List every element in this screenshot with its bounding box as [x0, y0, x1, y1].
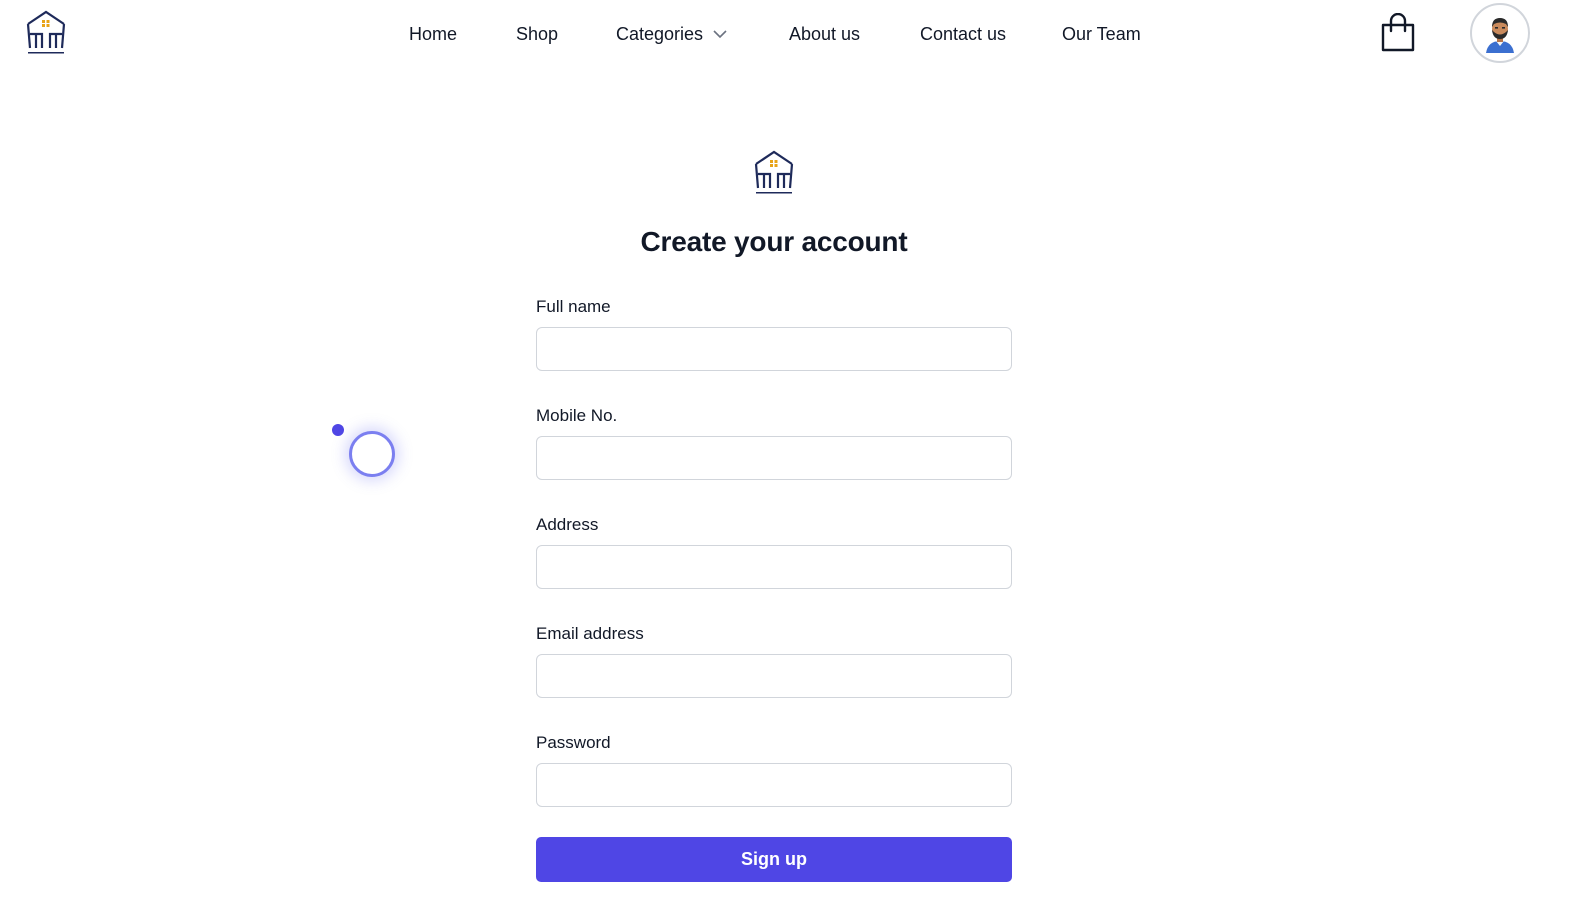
nav-about-us[interactable]: About us [789, 22, 860, 46]
address-label: Address [536, 515, 599, 534]
user-avatar-button[interactable] [1470, 3, 1530, 63]
full-name-label: Full name [536, 297, 611, 316]
nav-categories[interactable]: Categories [616, 22, 727, 46]
nav-shop[interactable]: Shop [516, 22, 558, 46]
shopping-bag-icon[interactable] [1380, 13, 1416, 53]
address-field[interactable] [536, 545, 1012, 589]
email-field[interactable] [536, 654, 1012, 698]
avatar-icon [1486, 18, 1514, 53]
mobile-no-label: Mobile No. [536, 406, 618, 425]
nav-our-team[interactable]: Our Team [1062, 22, 1141, 46]
spinner-ring [349, 431, 395, 477]
nav-categories-label: Categories [616, 24, 704, 44]
email-address-label: Email address [536, 624, 644, 643]
nav-home[interactable]: Home [409, 22, 457, 46]
top-navigation-bar: Home Shop Categories About us Contact us… [0, 0, 1582, 68]
sign-up-button[interactable]: Sign up [536, 837, 1012, 882]
mobile-no-field[interactable] [536, 436, 1012, 480]
nav-contact-us[interactable]: Contact us [920, 22, 1006, 46]
brand-logo[interactable] [22, 8, 70, 58]
full-name-field[interactable] [536, 327, 1012, 371]
password-field[interactable] [536, 763, 1012, 807]
page-title: Create your account [640, 226, 908, 257]
form-logo [754, 150, 794, 194]
spinner-dot [332, 424, 344, 436]
password-label: Password [536, 733, 611, 752]
chevron-down-icon [713, 30, 727, 38]
